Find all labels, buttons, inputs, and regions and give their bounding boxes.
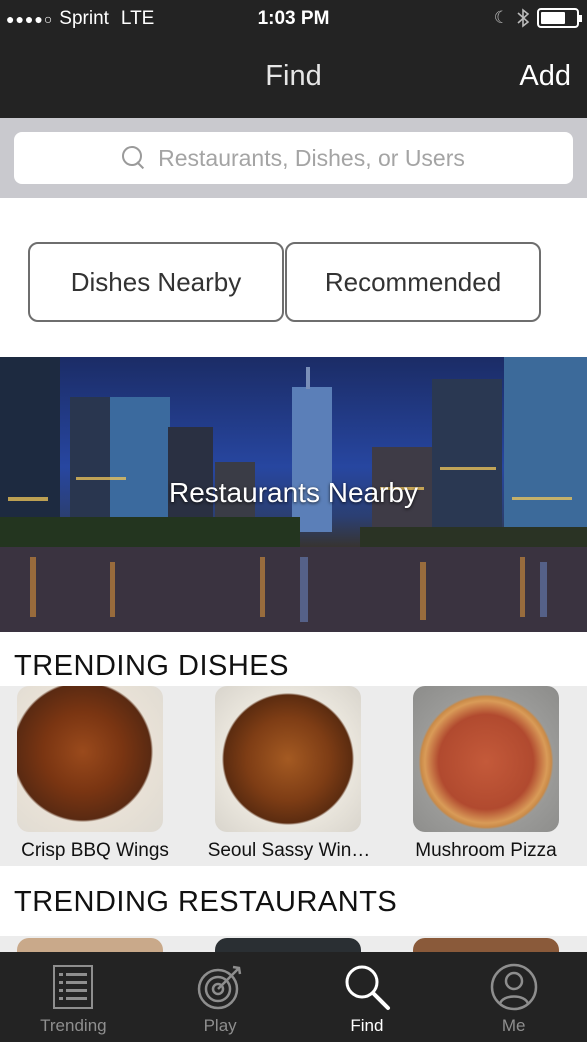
trending-restaurants-list [0,936,587,952]
status-bar: ●●●●○ Sprint LTE 1:03 PM ☾ [0,0,587,40]
restaurants-nearby-banner[interactable]: Restaurants Nearby [0,357,587,632]
dishes-nearby-button[interactable]: Dishes Nearby [28,242,284,322]
target-icon [197,965,242,1010]
dish-card[interactable]: Mushroom Pizza [391,686,581,866]
dish-label: Mushroom Pizza [415,840,557,861]
navigation-bar: Find Add [0,40,587,118]
recommended-button[interactable]: Recommended [285,242,541,322]
tab-label: Trending [40,1016,107,1035]
battery-icon [537,8,582,28]
dish-label: Crisp BBQ Wings [21,840,169,861]
page-title: Find [265,60,322,92]
search-placeholder: Restaurants, Dishes, or Users [158,144,465,171]
tab-bar: Trending Play Find Me [0,952,587,1042]
add-button[interactable]: Add [519,60,571,93]
dish-image [17,686,163,832]
bluetooth-icon [517,8,529,28]
tab-trending[interactable]: Trending [0,952,147,1042]
moon-icon: ☾ [493,8,509,27]
tab-label: Me [501,1016,526,1035]
trending-dishes-list: Crisp BBQ Wings Seoul Sassy Win… Mushroo… [0,686,587,866]
trending-dishes-title: TRENDING DISHES [14,650,289,682]
tab-play[interactable]: Play [147,952,294,1042]
restaurant-card[interactable] [413,938,559,952]
tab-find[interactable]: Find [294,952,441,1042]
tab-label: Play [203,1016,237,1035]
restaurant-card[interactable] [215,938,361,952]
dish-card[interactable]: Crisp BBQ Wings [0,686,190,866]
dish-card[interactable]: Seoul Sassy Win… [194,686,384,866]
tab-label: Find [350,1016,384,1035]
dish-image [215,686,361,832]
search-icon [345,965,390,1010]
user-icon [490,963,537,1011]
search-area: Restaurants, Dishes, or Users [0,118,587,198]
search-icon [122,146,146,170]
restaurant-card[interactable] [17,938,163,952]
dish-label: Seoul Sassy Win… [207,840,371,861]
dish-image [413,686,559,832]
list-icon [53,965,94,1009]
status-right: ☾ [493,8,582,28]
trending-restaurants-title: TRENDING RESTAURANTS [14,886,398,918]
restaurants-nearby-label: Restaurants Nearby [168,477,418,508]
tab-me[interactable]: Me [440,952,587,1042]
search-input[interactable]: Restaurants, Dishes, or Users [14,132,573,184]
